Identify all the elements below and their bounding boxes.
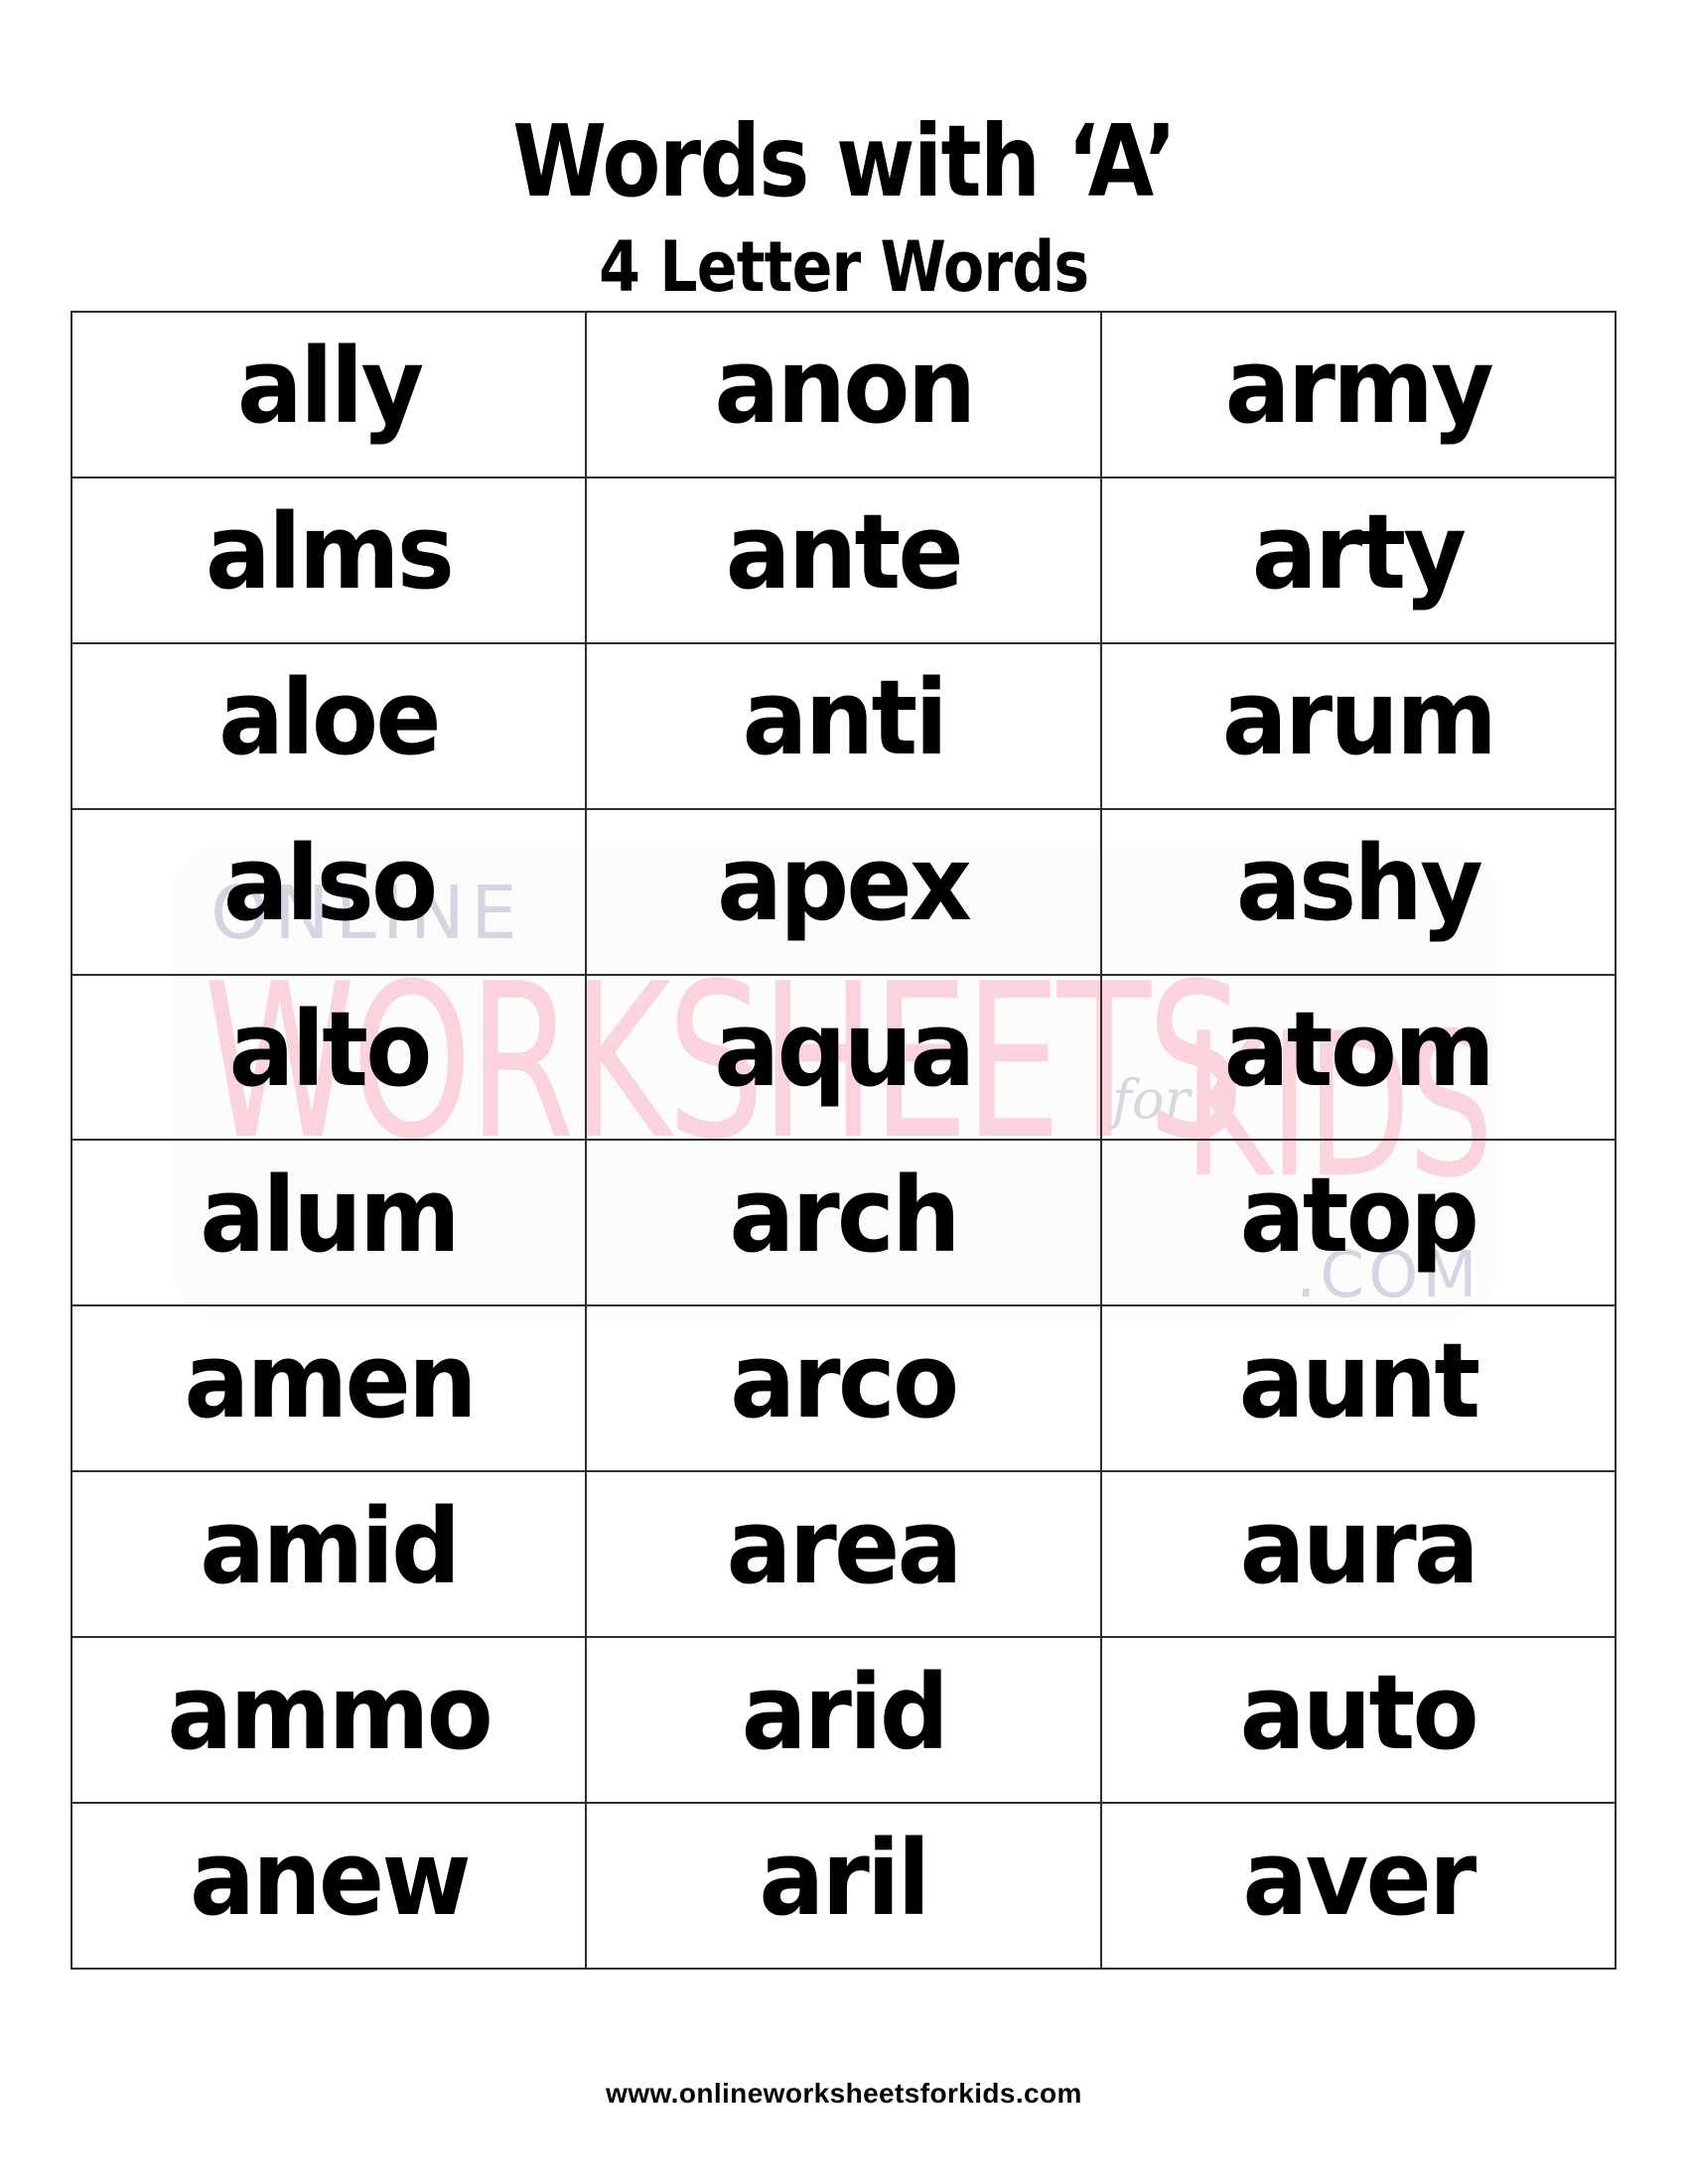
word-cell: ally xyxy=(70,311,588,478)
word: arid xyxy=(741,1651,948,1773)
word-cell: also xyxy=(70,807,588,976)
word-cell: aril xyxy=(585,1802,1102,1970)
word-cell: area xyxy=(585,1470,1102,1639)
word-cell: alto xyxy=(70,973,588,1142)
word-cell: arch xyxy=(585,1139,1102,1307)
word-cell: apex xyxy=(585,807,1102,976)
table-row: ammo arid auto xyxy=(70,1636,1618,1805)
word: arum xyxy=(1221,657,1497,779)
page-title-text: Words with ‘A’ xyxy=(512,103,1177,219)
word: ally xyxy=(236,326,423,448)
word: alum xyxy=(200,1154,460,1276)
word-cell: aura xyxy=(1099,1470,1618,1639)
table-row: alto aqua atom xyxy=(70,973,1618,1142)
word-cell: atom xyxy=(1099,973,1618,1142)
word: arty xyxy=(1252,491,1467,614)
word-cell: ammo xyxy=(70,1636,588,1805)
table-row: ally anon army xyxy=(70,311,1618,478)
word: aloe xyxy=(218,657,441,779)
word: amen xyxy=(183,1319,477,1441)
table-row: amid area aura xyxy=(70,1470,1618,1639)
word: apex xyxy=(717,823,972,945)
word: arco xyxy=(730,1319,959,1441)
word-cell: anew xyxy=(70,1802,588,1970)
word-table: ally anon army alms ante arty aloe anti … xyxy=(70,311,1618,1970)
word-cell: arid xyxy=(585,1636,1102,1805)
word: atop xyxy=(1239,1154,1479,1276)
word: arch xyxy=(729,1154,960,1276)
table-row: aloe anti arum xyxy=(70,641,1618,810)
word: auto xyxy=(1239,1651,1479,1773)
word-cell: amid xyxy=(70,1470,588,1639)
word-cell: alms xyxy=(70,476,588,644)
word: anti xyxy=(742,657,947,779)
word: aver xyxy=(1242,1817,1477,1939)
word: alto xyxy=(228,989,432,1110)
table-row: alms ante arty xyxy=(70,476,1618,644)
word: alms xyxy=(206,491,455,614)
word: army xyxy=(1224,326,1494,448)
word: ammo xyxy=(167,1651,492,1773)
word-cell: atop xyxy=(1099,1139,1618,1307)
table-row: also apex ashy xyxy=(70,807,1618,976)
word-cell: aver xyxy=(1099,1802,1618,1970)
word-cell: ante xyxy=(585,476,1102,644)
word-cell: arum xyxy=(1099,641,1618,810)
table-row: alum arch atop xyxy=(70,1139,1618,1307)
word-cell: aqua xyxy=(585,973,1102,1142)
word: anew xyxy=(189,1817,472,1939)
word-cell: anti xyxy=(585,641,1102,810)
word: aqua xyxy=(714,989,975,1110)
word: anon xyxy=(713,326,976,448)
page-subtitle: 4 Letter Words xyxy=(0,229,1688,305)
word: atom xyxy=(1223,989,1495,1110)
word: also xyxy=(222,823,437,945)
word: ashy xyxy=(1235,823,1483,945)
word-cell: aunt xyxy=(1099,1304,1618,1473)
word-cell: arty xyxy=(1099,476,1618,644)
table-row: amen arco aunt xyxy=(70,1304,1618,1473)
table-row: anew aril aver xyxy=(70,1802,1618,1970)
word: aril xyxy=(759,1817,931,1939)
word-cell: army xyxy=(1099,311,1618,478)
word-cell: anon xyxy=(585,311,1102,478)
word-cell: aloe xyxy=(70,641,588,810)
word-cell: alum xyxy=(70,1139,588,1307)
footer-website-url: www.onlineworksheetsforkids.com xyxy=(606,2078,1082,2109)
word: area xyxy=(726,1485,963,1607)
word-cell: amen xyxy=(70,1304,588,1473)
page-subtitle-text: 4 Letter Words xyxy=(599,226,1089,308)
word-cell: ashy xyxy=(1099,807,1618,976)
word: ante xyxy=(725,491,964,614)
word: aura xyxy=(1239,1485,1479,1607)
word: aunt xyxy=(1238,1319,1480,1441)
page-title: Words with ‘A’ xyxy=(0,107,1688,216)
word: amid xyxy=(200,1485,461,1607)
word-cell: arco xyxy=(585,1304,1102,1473)
word-cell: auto xyxy=(1099,1636,1618,1805)
